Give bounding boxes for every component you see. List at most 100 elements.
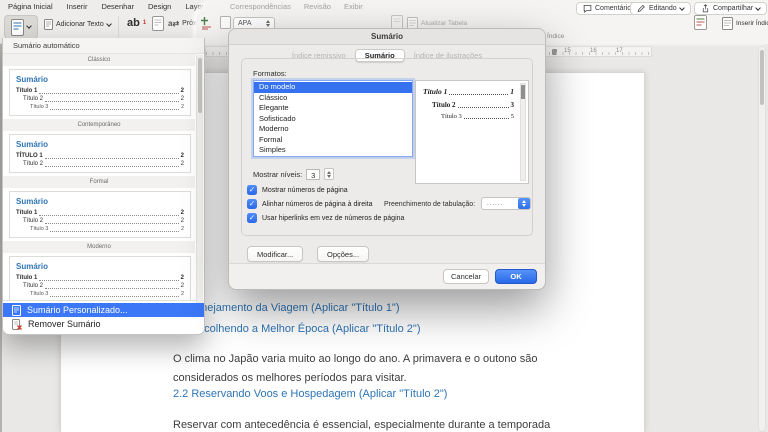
checkbox-show-page-numbers[interactable]: ✓ Mostrar números de página: [247, 185, 348, 195]
tab-design[interactable]: Design: [148, 2, 171, 11]
modify-button[interactable]: Modificar...: [247, 246, 304, 262]
custom-toc-menu-item[interactable]: Sumário Personalizado...: [3, 303, 204, 317]
checkbox-checked-icon: ✓: [247, 213, 257, 223]
share-button[interactable]: Compartilhar: [694, 2, 768, 15]
preview-entry: Título 1: [423, 87, 448, 96]
insert-footnote-button[interactable]: ab 1: [127, 17, 146, 29]
doc-heading-2b[interactable]: 2.2 Reservando Voos e Hospedagem (Aplica…: [173, 388, 447, 400]
format-option-formal[interactable]: Formal: [254, 135, 412, 146]
select-stepper-icon: [518, 198, 530, 209]
toc-dialog: Sumário Índice remissivo Sumário Índice …: [228, 28, 546, 290]
share-label: Compartilhar: [713, 5, 754, 12]
toc-page: 2: [180, 283, 184, 289]
toc-page: 2: [180, 88, 184, 94]
remove-toc-menu-item[interactable]: Remover Sumário: [3, 317, 204, 331]
add-text-icon: [44, 19, 53, 30]
checkbox-label: Usar hiperlinks em vez de números de pág…: [262, 214, 405, 222]
format-option-elegante[interactable]: Elegante: [254, 103, 412, 114]
remove-toc-label: Remover Sumário: [28, 319, 101, 329]
toc-page: 2: [180, 275, 184, 281]
format-list: Do modelo Clássico Elegante Sofisticado …: [253, 80, 413, 157]
citation-placeholder-button[interactable]: [220, 16, 231, 29]
checkbox-checked-icon: ✓: [247, 185, 257, 195]
format-option-sofisticado[interactable]: Sofisticado: [254, 114, 412, 125]
format-option-do-modelo[interactable]: Do modelo: [254, 82, 412, 93]
format-option-simples[interactable]: Simples: [254, 145, 412, 156]
insert-citation-button[interactable]: [200, 16, 213, 30]
doc-paragraph-1[interactable]: O clima no Japão varia muito ao longo do…: [173, 350, 571, 388]
pencil-icon: [637, 4, 645, 13]
preview-page: 3: [510, 101, 515, 109]
tab-pagina-inicial[interactable]: Página Inicial: [8, 2, 53, 11]
preview-scrollbar[interactable]: [520, 83, 526, 181]
doc-heading-2a[interactable]: 2.1 Escolhendo a Melhor Época (Aplicar "…: [173, 323, 421, 335]
preview-page: 5: [510, 113, 514, 120]
gallery-header: Sumário automático: [3, 38, 204, 54]
gallery-card-title: Sumário: [16, 262, 49, 271]
checkbox-use-hyperlinks[interactable]: ✓ Usar hiperlinks em vez de números de p…: [247, 213, 404, 223]
word-window: 15 16 17 2. Planejamento da Viagem (Apli…: [0, 0, 768, 432]
insert-index-label: Inserir Índice: [736, 20, 768, 27]
options-button[interactable]: Opções...: [317, 246, 370, 262]
update-table-label: Atualizar Tabela: [421, 20, 468, 27]
toc-page: 2: [180, 226, 184, 232]
tab-leader-select[interactable]: ......: [481, 197, 531, 210]
toc-entry: Título 3: [30, 291, 49, 297]
remove-toc-icon: [12, 318, 22, 330]
show-levels-value[interactable]: 3: [306, 168, 321, 180]
share-icon: [702, 4, 709, 13]
tab-desenhar[interactable]: Desenhar: [101, 2, 134, 11]
insert-index-button[interactable]: Inserir Índice: [722, 17, 768, 30]
tab-leader-value: ......: [487, 200, 504, 207]
citation-icon: [201, 17, 211, 30]
vertical-scrollbar-thumb[interactable]: [760, 50, 764, 105]
checkbox-label: Mostrar números de página: [262, 186, 348, 194]
cancel-button[interactable]: Cancelar: [443, 269, 489, 284]
table-of-contents-button[interactable]: [4, 15, 38, 39]
endnote-button[interactable]: [152, 16, 164, 31]
gallery-section-label: Formal: [3, 176, 195, 188]
toc-page: 2: [180, 104, 184, 110]
preview-scrollbar-thumb[interactable]: [521, 85, 525, 99]
gallery-style-formal[interactable]: Sumário Título 1 2 Título 2 2 Título 3 2: [9, 191, 191, 238]
gallery-style-classico[interactable]: Sumário Título 1 2 Título 2 2 Título 3 2: [9, 69, 191, 116]
vertical-scrollbar[interactable]: [758, 46, 766, 432]
add-text-button[interactable]: Adicionar Texto: [44, 19, 112, 30]
checkbox-right-align-page-numbers[interactable]: ✓ Alinhar números de página à direita: [247, 199, 373, 209]
format-option-classico[interactable]: Clássico: [254, 93, 412, 104]
show-levels-stepper[interactable]: [324, 168, 335, 180]
editing-mode-button[interactable]: Editando: [630, 2, 691, 15]
toc-entry: TÍTULO 1: [16, 153, 43, 159]
doc-heading-1[interactable]: 2. Planejamento da Viagem (Aplicar "Títu…: [173, 302, 400, 314]
indent-marker[interactable]: [552, 49, 557, 55]
tab-correspondencias[interactable]: Correspondências: [230, 2, 291, 11]
preview-page: 1: [510, 87, 514, 96]
gallery-card-title: Sumário: [16, 75, 49, 84]
ok-button[interactable]: OK: [495, 269, 537, 284]
toc-page: 2: [180, 161, 184, 167]
gallery-style-moderno[interactable]: Sumário Título 1 2 Título 2 2 Título 3 2: [9, 256, 191, 300]
toc-page: 2: [180, 153, 184, 159]
show-levels-control: Mostrar níveis: 3: [253, 168, 335, 180]
gallery-scrollbar[interactable]: [196, 55, 203, 303]
gallery-section-label: Contemporâneo: [3, 119, 195, 131]
toc-entry: Título 1: [16, 88, 38, 94]
toc-entry: Título 2: [23, 161, 44, 167]
toc-entry: Título 3: [30, 226, 49, 232]
tab-inserir[interactable]: Inserir: [67, 2, 88, 11]
toc-gallery-dropdown: Sumário automático Clássico Sumário Títu…: [2, 38, 205, 335]
tab-revisao[interactable]: Revisão: [304, 2, 331, 11]
chevron-down-icon: [755, 4, 761, 11]
insert-index-icon: [722, 17, 733, 30]
toc-entry: Título 2: [23, 283, 44, 289]
mark-entry-button[interactable]: [694, 15, 707, 30]
gallery-scrollbar-thumb[interactable]: [198, 58, 202, 113]
custom-toc-icon: [12, 304, 21, 316]
tab-exibir[interactable]: Exibir: [344, 2, 363, 11]
gallery-style-contemporaneo[interactable]: Sumário TÍTULO 1 2 Título 2 2: [9, 134, 191, 173]
dialog-title: Sumário: [229, 29, 545, 45]
toc-page: 2: [180, 96, 184, 102]
mark-entry-icon: [694, 15, 707, 30]
comment-bubble-icon: [583, 5, 592, 13]
format-option-moderno[interactable]: Moderno: [254, 124, 412, 135]
